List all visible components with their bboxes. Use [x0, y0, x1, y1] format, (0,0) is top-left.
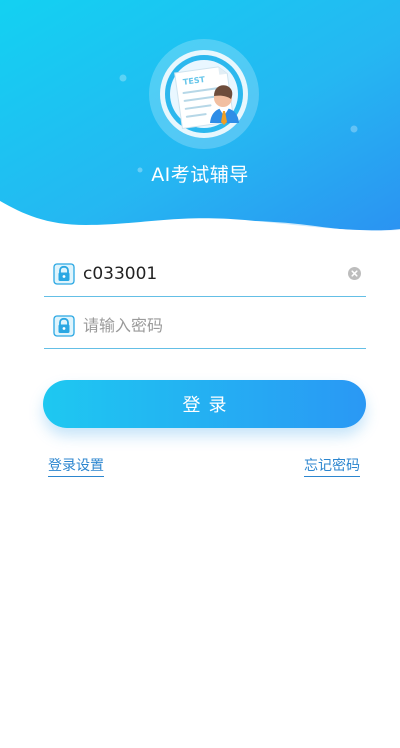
username-input[interactable]	[83, 260, 343, 288]
clear-icon[interactable]	[348, 267, 361, 280]
login-button[interactable]: 登录	[43, 380, 366, 428]
header-banner: TEST AI考试辅导	[0, 0, 400, 250]
password-field	[44, 306, 366, 349]
forgot-password-link[interactable]: 忘记密码	[304, 455, 360, 477]
app-title: AI考试辅导	[151, 164, 249, 186]
password-input[interactable]	[83, 312, 343, 340]
username-field	[44, 254, 366, 297]
app-logo: TEST	[148, 38, 260, 150]
login-screen: TEST AI考试辅导 c033001 登录 登录设置 忘记密码	[0, 0, 400, 748]
lock-icon	[53, 315, 75, 337]
login-settings-link[interactable]: 登录设置	[48, 455, 104, 477]
exam-document-avatar-icon: TEST	[149, 39, 259, 149]
lock-icon	[53, 263, 75, 285]
